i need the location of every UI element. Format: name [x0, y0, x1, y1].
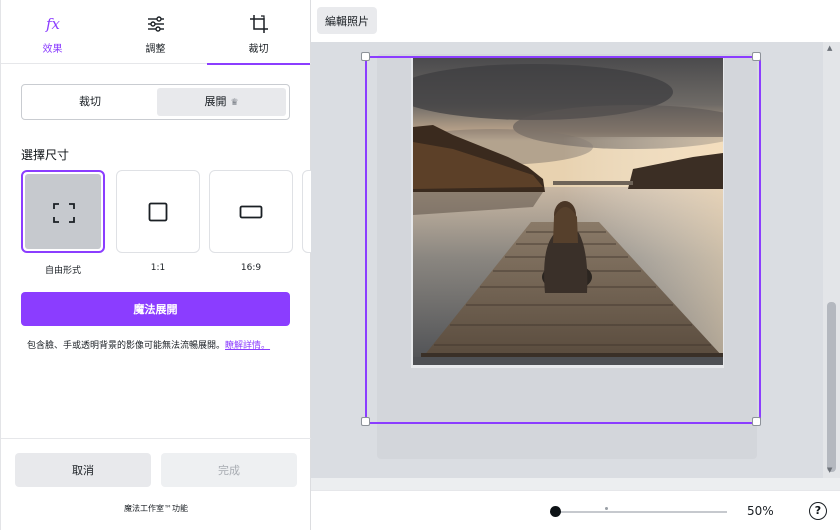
learn-more-link[interactable]: 瞭解詳情。: [225, 341, 270, 351]
zoom-level[interactable]: 50%: [747, 504, 774, 518]
expand-mode-label: 展開: [204, 95, 227, 108]
size-option-fill: [25, 174, 101, 249]
vertical-scrollbar[interactable]: [823, 42, 840, 478]
scrollbar-thumb[interactable]: [827, 302, 836, 472]
magic-expand-button[interactable]: 魔法展開: [21, 292, 290, 326]
svg-text:fx: fx: [45, 15, 61, 33]
zoom-slider-handle[interactable]: [550, 506, 561, 517]
tab-crop-label: 裁切: [248, 44, 269, 55]
expand-note: 包含臉、手或透明背景的影像可能無法流暢展開。瞭解詳情。: [27, 338, 289, 354]
size-option-box: [209, 170, 293, 253]
size-options: 自由形式 1:1 16:9: [21, 170, 311, 280]
magic-studio-label: 魔法工作室™功能: [124, 504, 188, 513]
done-button[interactable]: 完成: [161, 453, 297, 487]
top-toolbar: 編輯照片: [311, 0, 840, 42]
size-option-freeform[interactable]: 自由形式: [21, 170, 105, 276]
panel-tabs: fx 效果 調整 裁切: [1, 0, 311, 65]
cancel-button[interactable]: 取消: [15, 453, 151, 487]
size-section-title: 選擇尺寸: [21, 148, 70, 162]
zoom-bar: 50% ?: [311, 490, 840, 530]
expand-frame[interactable]: [365, 56, 761, 424]
resize-handle-top-right[interactable]: [752, 52, 761, 61]
help-icon[interactable]: ?: [809, 502, 827, 520]
horizontal-scrollbar[interactable]: [311, 478, 840, 490]
size-option-box: [21, 170, 105, 253]
tab-effects-label: 效果: [42, 44, 63, 55]
zoom-slider[interactable]: [555, 511, 727, 513]
crop-mode-button[interactable]: 裁切: [25, 88, 155, 116]
size-option-1-1[interactable]: 1:1: [116, 170, 200, 273]
tab-adjust-label: 調整: [145, 44, 166, 55]
size-option-more[interactable]: [302, 170, 311, 253]
expand-note-text: 包含臉、手或透明背景的影像可能無法流暢展開。: [27, 341, 226, 351]
scroll-up-icon[interactable]: ▲: [827, 44, 832, 52]
edit-photo-button[interactable]: 編輯照片: [317, 7, 377, 34]
size-option-box: [302, 170, 311, 253]
tab-effects[interactable]: fx 效果: [1, 0, 104, 64]
size-option-label: 16:9: [240, 263, 262, 273]
square-icon: [148, 202, 168, 222]
expand-mode-button[interactable]: 展開 ♛: [157, 88, 286, 116]
crop-mode-label: 裁切: [79, 95, 101, 108]
fx-icon: fx: [45, 15, 61, 33]
tab-crop[interactable]: 裁切: [207, 0, 310, 65]
footer-divider: [1, 438, 311, 439]
freeform-icon: [53, 203, 75, 223]
crown-icon: ♛: [230, 98, 239, 108]
active-tab-indicator: [207, 63, 310, 65]
size-option-label: 自由形式: [44, 266, 81, 276]
size-option-box: [116, 170, 200, 253]
side-panel: fx 效果 調整 裁切 裁切 展開 ♛ 選擇尺寸 自由形式 1:1 16:9 魔…: [0, 0, 311, 530]
resize-handle-bottom-left[interactable]: [361, 417, 370, 426]
size-option-16-9[interactable]: 16:9: [209, 170, 293, 273]
resize-handle-bottom-right[interactable]: [752, 417, 761, 426]
sliders-icon: [147, 16, 164, 32]
tab-adjust[interactable]: 調整: [104, 0, 207, 64]
zoom-slider-midpoint: [605, 507, 608, 510]
size-option-label: 1:1: [150, 263, 166, 273]
crop-expand-toggle: 裁切 展開 ♛: [21, 84, 290, 120]
scroll-down-icon[interactable]: ▼: [827, 466, 832, 474]
crop-icon: [249, 15, 268, 33]
resize-handle-top-left[interactable]: [361, 52, 370, 61]
wide-rect-icon: [239, 205, 263, 219]
